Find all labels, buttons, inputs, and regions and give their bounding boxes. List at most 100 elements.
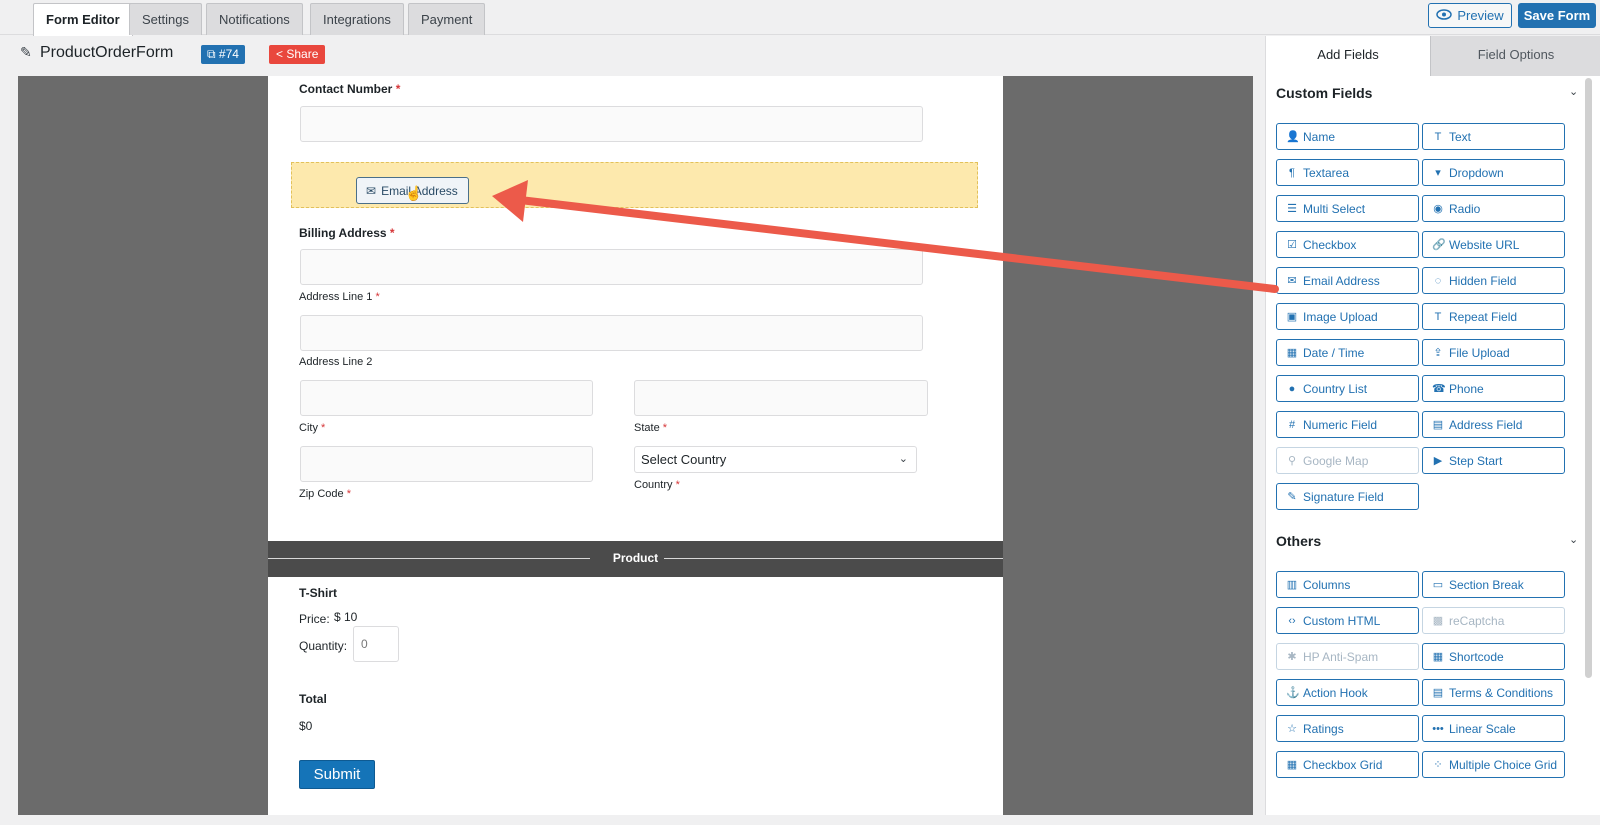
checkbox-icon: ☑ <box>1287 239 1297 251</box>
field-button-terms-conditions[interactable]: ▤ Terms & Conditions <box>1422 679 1565 706</box>
tab-settings[interactable]: Settings <box>129 3 202 35</box>
quantity-input[interactable]: 0 <box>353 626 399 662</box>
field-button-checkbox[interactable]: ☑ Checkbox <box>1276 231 1419 258</box>
field-button-label: Google Map <box>1303 453 1369 468</box>
share-icon: < <box>276 47 287 61</box>
honeypot-icon: ✱ <box>1287 651 1297 663</box>
eye-icon <box>1436 8 1453 23</box>
product-section-label: Product <box>612 551 659 565</box>
field-button-text[interactable]: T Text <box>1422 123 1565 150</box>
phone-icon: ☎ <box>1432 383 1446 395</box>
field-button-columns[interactable]: ▥ Columns <box>1276 571 1419 598</box>
step-icon: ▶ <box>1433 455 1443 467</box>
zip-code-label: Zip Code * <box>299 488 351 500</box>
drop-zone[interactable]: ✉ Email Address ☝ <box>291 162 978 208</box>
address-line2-input[interactable] <box>300 315 923 351</box>
field-button-file-upload[interactable]: ⇪ File Upload <box>1422 339 1565 366</box>
field-button-checkbox-grid[interactable]: ▦ Checkbox Grid <box>1276 751 1419 778</box>
envelope-icon: ✉ <box>1287 275 1297 287</box>
field-button-label: Textarea <box>1303 165 1350 180</box>
tab-integrations[interactable]: Integrations <box>310 3 404 35</box>
field-button-linear-scale[interactable]: ••• Linear Scale <box>1422 715 1565 742</box>
field-button-email-address[interactable]: ✉ Email Address <box>1276 267 1419 294</box>
field-button-multiple-choice-grid[interactable]: ⁘ Multiple Choice Grid <box>1422 751 1565 778</box>
state-label: State * <box>634 422 668 434</box>
product-section-break: Product <box>268 541 1003 577</box>
field-button-date-time[interactable]: ▦ Date / Time <box>1276 339 1419 366</box>
share-label: Share <box>286 47 319 61</box>
field-button-phone[interactable]: ☎ Phone <box>1422 375 1565 402</box>
field-button-address-field[interactable]: ▤ Address Field <box>1422 411 1565 438</box>
columns-icon: ▥ <box>1286 579 1298 591</box>
paragraph-icon: ¶ <box>1289 166 1295 179</box>
field-button-label: Date / Time <box>1303 345 1365 360</box>
tab-field-options[interactable]: Field Options <box>1430 36 1600 76</box>
field-button-website-url[interactable]: 🔗 Website URL <box>1422 231 1565 258</box>
tab-form-editor[interactable]: Form Editor <box>33 3 133 36</box>
address-line2-label: Address Line 2 <box>299 356 373 368</box>
city-input[interactable] <box>300 380 593 416</box>
field-button-action-hook[interactable]: ⚓ Action Hook <box>1276 679 1419 706</box>
top-tab-bar: Form Editor Settings Notifications Integ… <box>0 0 1600 36</box>
tab-add-fields[interactable]: Add Fields <box>1266 36 1430 76</box>
country-select[interactable]: Select Country ⌄ <box>634 446 917 473</box>
field-button-label: reCaptcha <box>1449 613 1505 628</box>
sidebar-scrollbar[interactable] <box>1585 78 1592 678</box>
others-title[interactable]: Others <box>1276 533 1321 549</box>
field-button-label: Checkbox <box>1303 237 1357 252</box>
chevron-down-icon[interactable]: ⌄ <box>1569 533 1578 546</box>
field-button-label: Ratings <box>1303 721 1344 736</box>
chevron-down-icon[interactable]: ⌄ <box>1569 85 1578 98</box>
field-button-recaptcha[interactable]: ▩ reCaptcha <box>1422 607 1565 634</box>
custom-fields-title[interactable]: Custom Fields <box>1276 85 1372 101</box>
field-button-image-upload[interactable]: ▣ Image Upload <box>1276 303 1419 330</box>
hash-icon: # <box>1288 418 1296 431</box>
pencil-icon[interactable]: ✎ <box>20 44 32 61</box>
anchor-icon: ⚓ <box>1286 687 1300 699</box>
field-button-shortcode[interactable]: ▦ Shortcode <box>1422 643 1565 670</box>
text-icon: T <box>1434 130 1442 143</box>
field-button-hidden-field[interactable]: ◌ Hidden Field <box>1422 267 1565 294</box>
field-button-label: Numeric Field <box>1303 417 1378 432</box>
link-icon: 🔗 <box>1432 239 1446 251</box>
share-button[interactable]: < Share <box>269 45 326 64</box>
field-button-label: Columns <box>1303 577 1351 592</box>
globe-icon: ● <box>1288 382 1296 395</box>
contact-number-input[interactable] <box>300 106 923 142</box>
field-button-name[interactable]: 👤 Name <box>1276 123 1419 150</box>
save-form-button[interactable]: Save Form <box>1518 3 1596 28</box>
tab-payment[interactable]: Payment <box>408 3 486 35</box>
field-button-multi-select[interactable]: ☰ Multi Select <box>1276 195 1419 222</box>
field-button-dropdown[interactable]: ▾ Dropdown <box>1422 159 1565 186</box>
zip-code-input[interactable] <box>300 446 593 482</box>
field-button-custom-html[interactable]: ‹› Custom HTML <box>1276 607 1419 634</box>
field-button-ratings[interactable]: ☆ Ratings <box>1276 715 1419 742</box>
field-button-hp-anti-spam[interactable]: ✱ HP Anti-Spam <box>1276 643 1419 670</box>
address-card-icon: ▤ <box>1432 419 1444 431</box>
calendar-icon: ▦ <box>1286 347 1298 359</box>
map-pin-icon: ⚲ <box>1287 455 1297 467</box>
list-icon: ☰ <box>1287 203 1297 215</box>
form-name[interactable]: ProductOrderForm <box>40 44 173 62</box>
country-select-value: Select Country <box>641 452 727 467</box>
field-button-label: Repeat Field <box>1449 309 1518 324</box>
field-button-step-start[interactable]: ▶ Step Start <box>1422 447 1565 474</box>
submit-button[interactable]: Submit <box>299 760 375 789</box>
field-button-label: Country List <box>1303 381 1368 396</box>
field-button-repeat-field[interactable]: T Repeat Field <box>1422 303 1565 330</box>
address-line1-input[interactable] <box>300 249 923 285</box>
field-button-section-break[interactable]: ▭ Section Break <box>1422 571 1565 598</box>
field-button-signature-field[interactable]: ✎ Signature Field <box>1276 483 1419 510</box>
tab-notifications[interactable]: Notifications <box>206 3 303 35</box>
field-button-radio[interactable]: ◉ Radio <box>1422 195 1565 222</box>
pen-square-icon: ✎ <box>1287 491 1297 503</box>
preview-button[interactable]: Preview <box>1428 3 1512 28</box>
field-button-numeric-field[interactable]: # Numeric Field <box>1276 411 1419 438</box>
field-button-google-map[interactable]: ⚲ Google Map <box>1276 447 1419 474</box>
star-icon: ☆ <box>1287 723 1297 735</box>
field-button-country-list[interactable]: ● Country List <box>1276 375 1419 402</box>
field-button-textarea[interactable]: ¶ Textarea <box>1276 159 1419 186</box>
form-id-badge[interactable]: ⧉ #74 <box>201 45 245 64</box>
state-input[interactable] <box>634 380 928 416</box>
field-button-label: Checkbox Grid <box>1303 757 1383 772</box>
